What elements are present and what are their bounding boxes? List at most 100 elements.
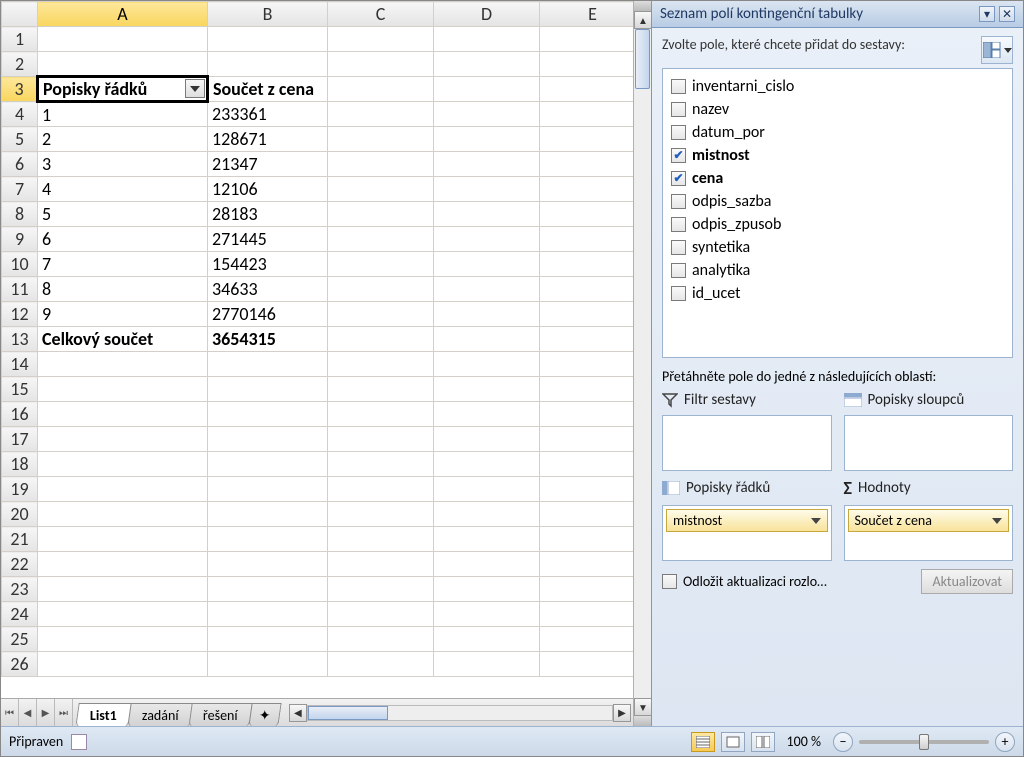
cell-D24[interactable] — [434, 602, 540, 627]
field-checkbox-odpis_zpusob[interactable] — [671, 217, 686, 232]
cell-E17[interactable] — [540, 427, 634, 452]
vscroll-up[interactable]: ▲ — [634, 11, 652, 29]
row-header-14[interactable]: 14 — [2, 352, 38, 377]
cell-B9[interactable]: 271445 — [208, 227, 328, 252]
cell-B18[interactable] — [208, 452, 328, 477]
field-analytika[interactable]: analytika — [669, 259, 1006, 282]
column-labels-area[interactable] — [844, 415, 1014, 471]
cell-C15[interactable] — [328, 377, 434, 402]
values-area[interactable]: Součet z cena — [844, 505, 1014, 561]
row-header-25[interactable]: 25 — [2, 627, 38, 652]
cell-A3[interactable]: Popisky řádků — [38, 77, 208, 102]
row-labels-area[interactable]: mistnost — [662, 505, 832, 561]
row-header-17[interactable]: 17 — [2, 427, 38, 452]
values-area-pill[interactable]: Součet z cena — [848, 509, 1010, 532]
cell-C8[interactable] — [328, 202, 434, 227]
view-page-layout-button[interactable] — [721, 732, 745, 752]
cell-B26[interactable] — [208, 652, 328, 677]
cell-D12[interactable] — [434, 302, 540, 327]
cell-D9[interactable] — [434, 227, 540, 252]
cell-C13[interactable] — [328, 327, 434, 352]
cell-C21[interactable] — [328, 527, 434, 552]
cell-D7[interactable] — [434, 177, 540, 202]
view-page-break-button[interactable] — [751, 732, 775, 752]
cell-E2[interactable] — [540, 52, 634, 77]
cell-B3[interactable]: Součet z cena — [208, 77, 328, 102]
cell-B14[interactable] — [208, 352, 328, 377]
cell-D26[interactable] — [434, 652, 540, 677]
field-checkbox-odpis_sazba[interactable] — [671, 194, 686, 209]
cell-A12[interactable]: 9 — [38, 302, 208, 327]
cell-E13[interactable] — [540, 327, 634, 352]
cell-B5[interactable]: 128671 — [208, 127, 328, 152]
cell-B6[interactable]: 21347 — [208, 152, 328, 177]
cell-B11[interactable]: 34633 — [208, 277, 328, 302]
cell-A23[interactable] — [38, 577, 208, 602]
field-inventarni_cislo[interactable]: inventarni_cislo — [669, 75, 1006, 98]
cell-A15[interactable] — [38, 377, 208, 402]
row-header-24[interactable]: 24 — [2, 602, 38, 627]
cell-A6[interactable]: 3 — [38, 152, 208, 177]
field-checkbox-syntetika[interactable] — [671, 240, 686, 255]
cell-E20[interactable] — [540, 502, 634, 527]
cell-E9[interactable] — [540, 227, 634, 252]
cell-D15[interactable] — [434, 377, 540, 402]
cell-B21[interactable] — [208, 527, 328, 552]
row-header-22[interactable]: 22 — [2, 552, 38, 577]
split-grip-top[interactable] — [634, 1, 651, 11]
row-labels-filter-dropdown[interactable] — [185, 79, 205, 98]
cell-A11[interactable]: 8 — [38, 277, 208, 302]
cell-D16[interactable] — [434, 402, 540, 427]
row-header-7[interactable]: 7 — [2, 177, 38, 202]
col-header-C[interactable]: C — [328, 2, 434, 27]
cell-E15[interactable] — [540, 377, 634, 402]
field-checkbox-inventarni_cislo[interactable] — [671, 79, 686, 94]
row-header-12[interactable]: 12 — [2, 302, 38, 327]
cell-A20[interactable] — [38, 502, 208, 527]
row-header-9[interactable]: 9 — [2, 227, 38, 252]
field-checkbox-datum_por[interactable] — [671, 125, 686, 140]
cell-D19[interactable] — [434, 477, 540, 502]
vscroll-down[interactable]: ▼ — [634, 698, 652, 716]
field-checkbox-analytika[interactable] — [671, 263, 686, 278]
cell-E5[interactable] — [540, 127, 634, 152]
cell-B8[interactable]: 28183 — [208, 202, 328, 227]
cell-D8[interactable] — [434, 202, 540, 227]
cell-B25[interactable] — [208, 627, 328, 652]
panel-close-icon[interactable]: ✕ — [999, 6, 1015, 22]
cell-E3[interactable] — [540, 77, 634, 102]
tab-nav-prev[interactable]: ◀ — [19, 699, 37, 726]
row-header-4[interactable]: 4 — [2, 102, 38, 127]
field-checkbox-mistnost[interactable]: ✔ — [671, 148, 686, 163]
cell-D2[interactable] — [434, 52, 540, 77]
field-mistnost[interactable]: ✔mistnost — [669, 144, 1006, 167]
zoom-level[interactable]: 100 % — [787, 733, 821, 750]
cell-D22[interactable] — [434, 552, 540, 577]
cell-C24[interactable] — [328, 602, 434, 627]
cell-B2[interactable] — [208, 52, 328, 77]
cell-D20[interactable] — [434, 502, 540, 527]
cell-C1[interactable] — [328, 27, 434, 52]
row-header-1[interactable]: 1 — [2, 27, 38, 52]
cell-A5[interactable]: 2 — [38, 127, 208, 152]
cell-B24[interactable] — [208, 602, 328, 627]
cell-D1[interactable] — [434, 27, 540, 52]
row-header-2[interactable]: 2 — [2, 52, 38, 77]
cell-C20[interactable] — [328, 502, 434, 527]
cell-E12[interactable] — [540, 302, 634, 327]
cell-C26[interactable] — [328, 652, 434, 677]
row-header-8[interactable]: 8 — [2, 202, 38, 227]
col-header-E[interactable]: E — [540, 2, 634, 27]
cell-A22[interactable] — [38, 552, 208, 577]
row-header-6[interactable]: 6 — [2, 152, 38, 177]
cell-A21[interactable] — [38, 527, 208, 552]
cell-C23[interactable] — [328, 577, 434, 602]
cell-C11[interactable] — [328, 277, 434, 302]
cell-E26[interactable] — [540, 652, 634, 677]
cell-A18[interactable] — [38, 452, 208, 477]
row-header-26[interactable]: 26 — [2, 652, 38, 677]
row-header-23[interactable]: 23 — [2, 577, 38, 602]
cell-A4[interactable]: 1 — [38, 102, 208, 127]
cell-A24[interactable] — [38, 602, 208, 627]
field-syntetika[interactable]: syntetika — [669, 236, 1006, 259]
